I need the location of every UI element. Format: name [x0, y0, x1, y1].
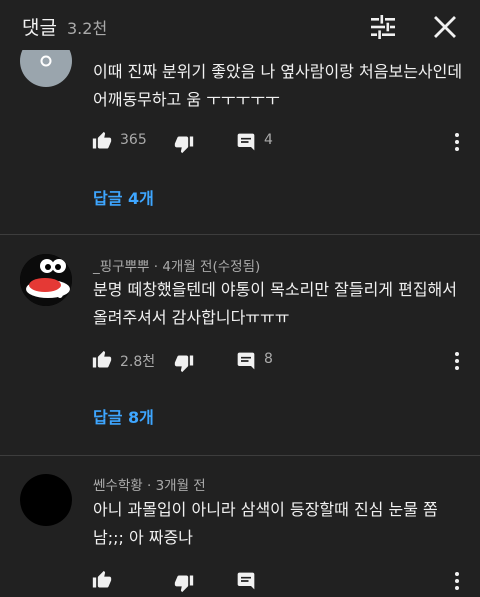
- more-vertical-icon: [455, 352, 459, 370]
- reply-button[interactable]: [236, 571, 256, 591]
- comments-header: 댓글 3.2천: [0, 0, 480, 50]
- divider: [0, 234, 480, 235]
- comment-meta: 쎈수학황 · 3개월 전: [93, 474, 206, 494]
- comment-text: 분명 떼창했을텐데 야통이 목소리만 잘들리게 편집해서 올려주셔서 감사합니다…: [93, 280, 457, 327]
- view-replies-link[interactable]: 답글 4개: [93, 185, 154, 209]
- more-options-button[interactable]: [450, 350, 464, 372]
- author-name[interactable]: 쎈수학황: [93, 478, 143, 494]
- author-name[interactable]: _핑구뿌뿌: [93, 259, 149, 275]
- dislike-button[interactable]: [174, 134, 194, 154]
- thumb-down-icon: [174, 575, 194, 593]
- comment-thread: _핑구뿌뿌 · 4개월 전(수정됨) 분명 떼창했을텐데 야통이 목소리만 잘들…: [0, 236, 480, 456]
- thumb-down-icon: [174, 355, 194, 373]
- dislike-button[interactable]: [174, 353, 194, 373]
- like-button[interactable]: [92, 570, 112, 590]
- sliders-icon: [371, 15, 395, 39]
- comment-meta: _핑구뿌뿌 · 4개월 전(수정됨): [93, 255, 260, 275]
- comment-icon: [237, 133, 255, 151]
- reply-count: 8: [264, 351, 273, 367]
- comment-actions: 2.8천 8: [0, 346, 480, 376]
- reply-button[interactable]: [236, 132, 256, 152]
- more-vertical-icon: [455, 572, 459, 590]
- thumb-up-icon: [92, 131, 112, 149]
- more-vertical-icon: [455, 133, 459, 151]
- meta-separator: ·: [146, 478, 156, 494]
- comment-thread: 쎈수학황 · 3개월 전 아니 과몰입이 아니라 삼색이 등장할때 진심 눈물 …: [0, 456, 480, 593]
- comment-time: 4개월 전(수정됨): [162, 259, 261, 275]
- comment-text: 이때 진짜 분위기 좋았음 나 옆사람이랑 처음보는사인데 어깨동무하고 움 ㅜ…: [93, 62, 463, 109]
- more-options-button[interactable]: [450, 131, 464, 153]
- comment-time: 3개월 전: [155, 478, 206, 494]
- reply-button[interactable]: [236, 351, 256, 371]
- avatar[interactable]: [20, 254, 72, 306]
- dislike-button[interactable]: [174, 573, 194, 593]
- comment-actions: 365 4: [0, 127, 480, 157]
- reply-count: 4: [264, 132, 273, 148]
- like-button[interactable]: [92, 350, 112, 370]
- comment-icon: [237, 352, 255, 370]
- comment-text: 아니 과몰입이 아니라 삼색이 등장할때 진심 눈물 쫌 남;;; 아 짜증나: [93, 500, 438, 547]
- like-count: 365: [120, 132, 147, 148]
- comments-count: 3.2천: [67, 19, 108, 38]
- sort-filter-button[interactable]: [368, 12, 398, 42]
- comments-title: 댓글: [22, 17, 57, 39]
- like-button[interactable]: [92, 131, 112, 151]
- avatar[interactable]: [20, 474, 72, 526]
- thumb-up-icon: [92, 570, 112, 588]
- close-button[interactable]: [430, 12, 460, 42]
- view-replies-link[interactable]: 답글 8개: [93, 404, 154, 428]
- comment-icon: [237, 572, 255, 590]
- comment-actions: [0, 566, 480, 596]
- close-icon: [434, 16, 456, 38]
- thumb-up-icon: [92, 350, 112, 368]
- like-count: 2.8천: [120, 354, 156, 370]
- thumb-down-icon: [174, 136, 194, 154]
- more-options-button[interactable]: [450, 570, 464, 592]
